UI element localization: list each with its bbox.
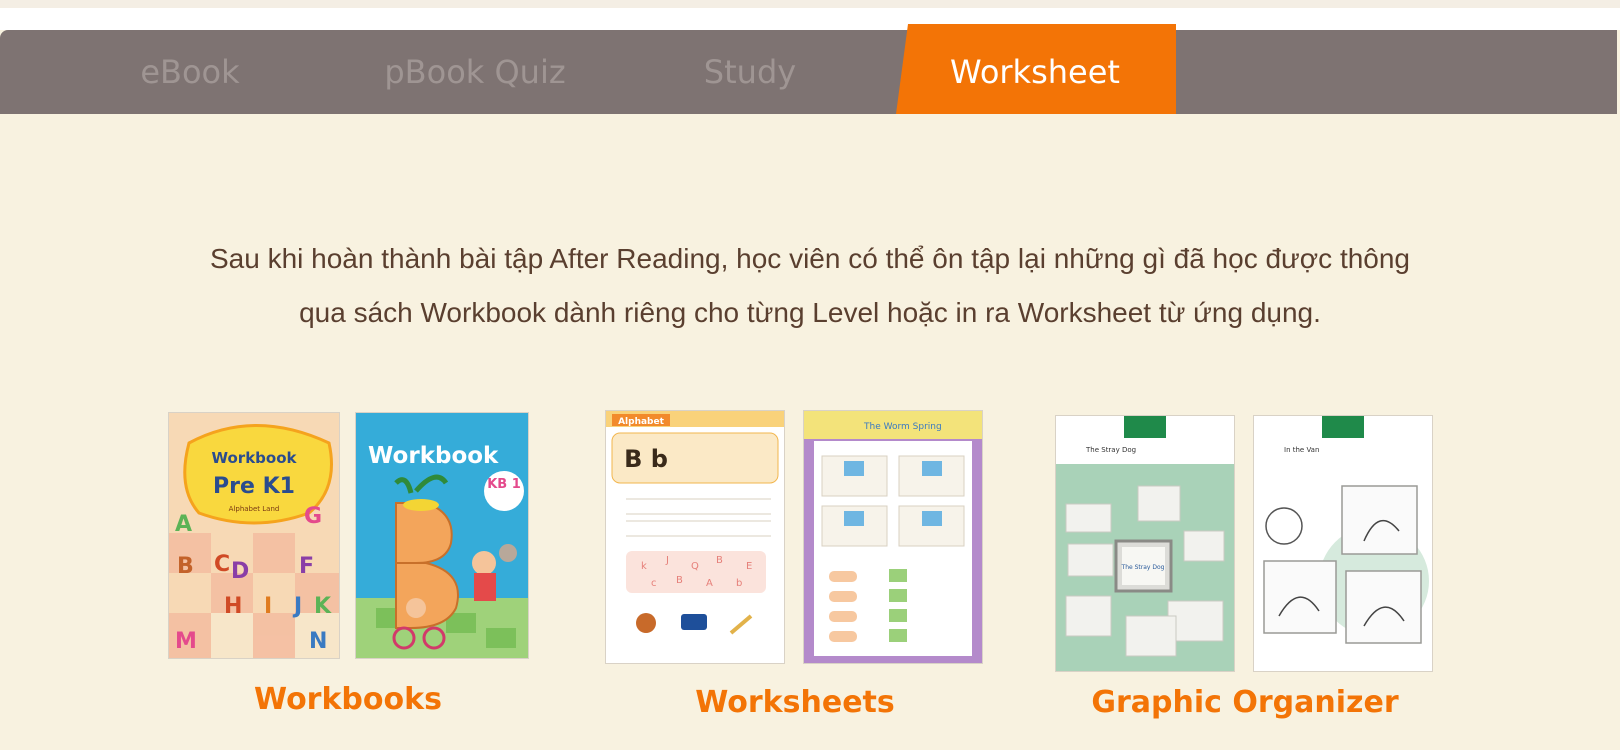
org1-center-label: The Stray Dog <box>1121 564 1165 571</box>
tab-ebook[interactable]: eBook <box>100 30 280 114</box>
svg-text:G: G <box>304 504 322 529</box>
worksheet-alphabet-thumb: Alphabet B b kJQBE cBAb <box>605 410 785 664</box>
intro-line-1: Sau khi hoàn thành bài tập After Reading… <box>209 243 1411 274</box>
svg-text:D: D <box>231 559 249 584</box>
book1-title: Workbook <box>211 449 297 467</box>
svg-text:M: M <box>175 629 197 654</box>
svg-text:B: B <box>177 554 194 579</box>
sheet1-header: Alphabet <box>618 417 665 427</box>
org2-title: In the Van <box>1284 446 1319 454</box>
top-strip <box>0 0 1620 8</box>
svg-text:F: F <box>299 554 314 579</box>
tab-study[interactable]: Study <box>660 30 840 114</box>
svg-text:k: k <box>641 561 647 572</box>
book1-subtitle: Pre K1 <box>213 474 295 499</box>
svg-text:J: J <box>665 555 669 566</box>
org1-title: The Stray Dog <box>1085 446 1136 454</box>
workbook-prek1-cover: Workbook Pre K1 Alphabet Land A G B C D … <box>168 412 340 659</box>
book1-tag: Alphabet Land <box>229 505 280 513</box>
svg-text:K: K <box>314 594 332 619</box>
sheet1-letters: B b <box>624 445 668 473</box>
svg-text:B: B <box>716 555 723 566</box>
svg-text:I: I <box>264 594 272 619</box>
workbook-kb1-cover: Worksheets Workbook KB 1 <box>355 412 529 659</box>
organizer-stray-dog-thumb: The Stray Dog The Stray Dog <box>1055 415 1235 672</box>
intro-line-2: qua sách Workbook dành riêng cho từng Le… <box>299 297 1321 328</box>
svg-text:Q: Q <box>691 561 699 572</box>
svg-text:B: B <box>676 575 683 586</box>
organizer-in-the-van-thumb: In the Van <box>1253 415 1433 672</box>
svg-text:J: J <box>292 594 302 619</box>
svg-text:b: b <box>736 578 742 589</box>
svg-text:A: A <box>706 578 713 589</box>
svg-text:N: N <box>309 629 327 654</box>
intro-text: Sau khi hoàn thành bài tập After Reading… <box>120 232 1500 340</box>
tab-bar: eBook pBook Quiz Study <box>0 30 1617 114</box>
graphic-organizer-caption[interactable]: Graphic Organizer <box>1080 685 1410 720</box>
worksheets-caption[interactable]: Worksheets <box>665 685 925 720</box>
workbooks-caption[interactable]: Workbooks <box>218 682 478 717</box>
sheet2-header: The Worm Spring <box>863 422 942 432</box>
tab-pbook-quiz[interactable]: pBook Quiz <box>375 30 575 114</box>
book2-title-text: Workbook <box>368 443 499 469</box>
svg-text:E: E <box>746 561 752 572</box>
top-gap <box>0 8 1620 30</box>
svg-text:C: C <box>214 552 230 577</box>
book2-badge: KB 1 <box>487 477 521 492</box>
svg-text:c: c <box>651 578 657 589</box>
svg-text:H: H <box>224 594 242 619</box>
worksheet-worm-spring-thumb: The Worm Spring <box>803 410 983 664</box>
svg-text:A: A <box>175 512 192 537</box>
tab-worksheet[interactable]: Worksheet <box>900 30 1170 114</box>
